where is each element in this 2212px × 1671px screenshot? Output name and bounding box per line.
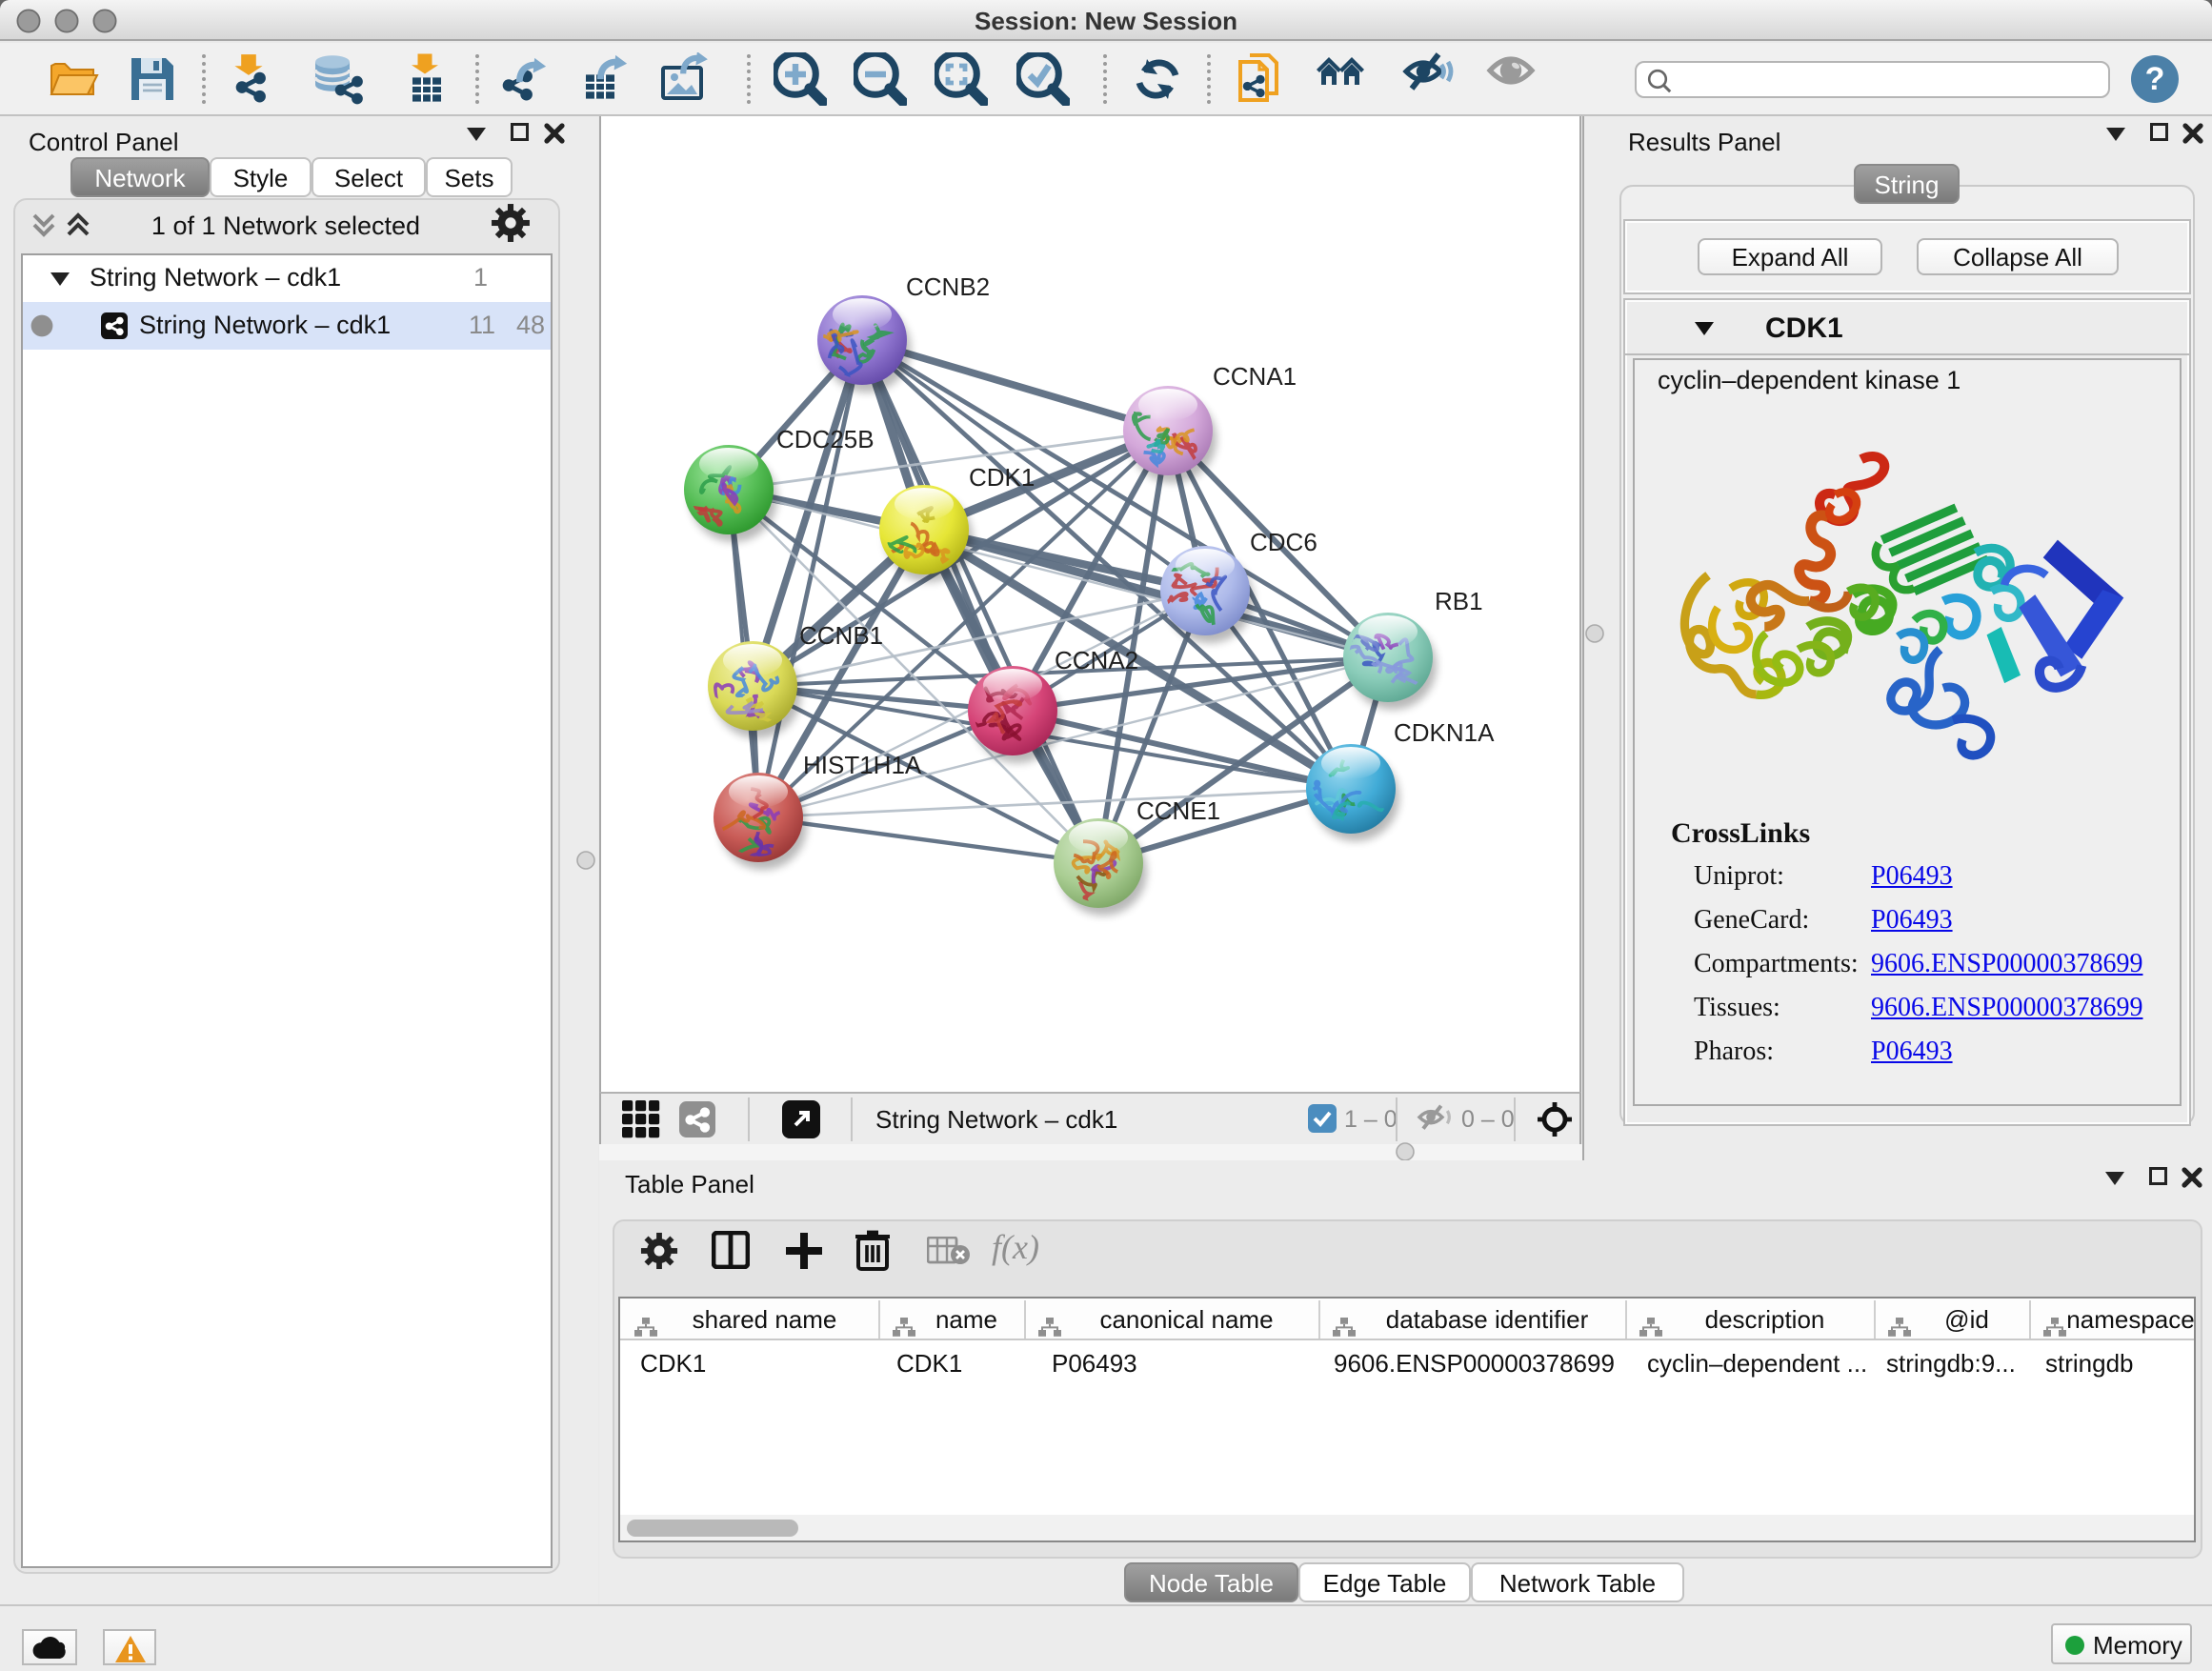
svg-text:CCNA1: CCNA1 [1213, 362, 1297, 391]
svg-text:CDKN1A: CDKN1A [1394, 718, 1495, 747]
svg-text:CCNA2: CCNA2 [1055, 646, 1138, 674]
svg-text:CDK1: CDK1 [969, 463, 1035, 492]
svg-text:CCNB2: CCNB2 [906, 272, 990, 301]
svg-text:CDC25B: CDC25B [776, 425, 875, 453]
svg-text:RB1: RB1 [1435, 587, 1483, 615]
svg-text:HIST1H1A: HIST1H1A [803, 751, 922, 779]
svg-text:CCNE1: CCNE1 [1136, 796, 1220, 825]
svg-text:CDC6: CDC6 [1250, 528, 1317, 556]
svg-text:CCNB1: CCNB1 [799, 621, 883, 650]
